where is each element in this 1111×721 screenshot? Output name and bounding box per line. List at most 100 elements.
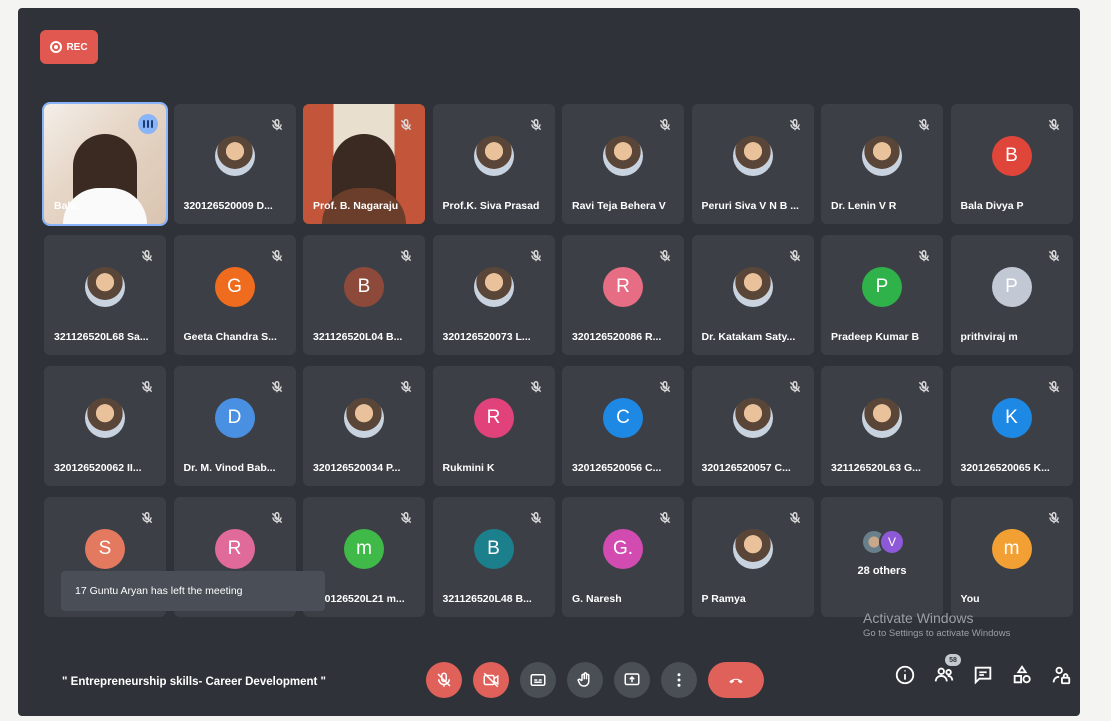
avatar: P xyxy=(862,267,902,307)
mic-muted-icon xyxy=(917,118,931,132)
mic-muted-icon xyxy=(788,511,802,525)
participant-tile[interactable]: P Ramya xyxy=(691,497,814,617)
participant-tile[interactable]: B 321126520L48 B... xyxy=(432,497,555,617)
participant-name: Dr. Katakam Saty... xyxy=(701,331,796,343)
participant-tile[interactable]: Prof.K. Siva Prasad xyxy=(432,104,555,224)
participant-name: 320126520L21 m... xyxy=(313,593,405,605)
participant-tile[interactable]: Dr. Katakam Saty... xyxy=(691,235,814,355)
avatar: m xyxy=(344,529,384,569)
camera-toggle-button[interactable] xyxy=(473,662,509,698)
mic-muted-icon xyxy=(140,380,154,394)
meeting-info-button[interactable] xyxy=(894,664,916,686)
others-count-label: 28 others xyxy=(857,565,907,577)
participant-name: You xyxy=(960,593,980,605)
participant-name: Dr. M. Vinod Bab... xyxy=(183,462,276,474)
watermark-subtitle: Go to Settings to activate Windows xyxy=(863,628,1011,639)
mic-muted-icon xyxy=(788,118,802,132)
avatar xyxy=(85,267,125,307)
participant-tile[interactable]: Peruri Siva V N B ... xyxy=(691,104,814,224)
avatar: P xyxy=(991,267,1032,307)
end-call-button[interactable] xyxy=(708,662,764,698)
participant-name: 320126520056 C... xyxy=(572,462,662,474)
participant-tile[interactable]: C 320126520056 C... xyxy=(562,366,684,486)
mic-muted-icon xyxy=(658,249,672,263)
participant-tile[interactable]: V 28 others xyxy=(821,497,943,617)
participant-tile[interactable]: Ravi Teja Behera V xyxy=(562,104,684,224)
camera-off-icon xyxy=(483,672,499,688)
participant-tile[interactable]: Prof. B. Nagaraju xyxy=(303,104,425,224)
participant-grid: Bala 320126520009 D... Prof. B. Nagaraju Pr… xyxy=(42,102,1074,618)
participant-tile[interactable]: K 320126520065 K... xyxy=(950,366,1073,486)
avatar: B xyxy=(991,136,1032,176)
mic-muted-icon xyxy=(140,249,154,263)
participant-tile[interactable]: 320126520057 C... xyxy=(691,366,814,486)
more-options-icon xyxy=(677,673,681,687)
avatar xyxy=(603,136,643,176)
participant-name: Bala Divya P xyxy=(960,200,1024,212)
avatar xyxy=(732,529,773,569)
participant-name: Peruri Siva V N B ... xyxy=(701,200,799,212)
people-icon xyxy=(934,667,954,682)
participant-tile[interactable]: 321126520L68 Sa... xyxy=(44,235,166,355)
mic-muted-icon xyxy=(529,511,543,525)
people-button[interactable]: 58 xyxy=(933,654,961,686)
avatar xyxy=(214,136,255,176)
info-icon xyxy=(895,665,915,685)
avatar: G xyxy=(214,267,255,307)
avatar: D xyxy=(214,398,255,438)
chat-icon xyxy=(974,666,992,685)
more-options-button[interactable] xyxy=(661,662,697,698)
meeting-window: REC Bala 320126520009 D... Prof. B. Nagara… xyxy=(18,8,1080,716)
participant-name: 320126520073 L... xyxy=(442,331,531,343)
participant-name: Geeta Chandra S... xyxy=(183,331,277,343)
mic-muted-icon xyxy=(399,511,413,525)
participant-tile[interactable]: 320126520034 P... xyxy=(303,366,425,486)
others-avatar-stack: V xyxy=(861,527,911,557)
host-controls-button[interactable] xyxy=(1050,664,1072,686)
toast-text: 17 Guntu Aryan has left the meeting xyxy=(75,585,243,597)
mic-muted-icon xyxy=(1047,511,1061,525)
participant-name: Ravi Teja Behera V xyxy=(572,200,666,212)
participant-tile[interactable]: 320126520073 L... xyxy=(432,235,555,355)
participant-name: Prof. B. Nagaraju xyxy=(313,200,399,212)
participant-name: 320126520034 P... xyxy=(313,462,401,474)
participant-name: 321126520L63 G... xyxy=(831,462,921,474)
side-controls: 58 xyxy=(894,654,1072,686)
participant-tile[interactable]: R 320126520086 R... xyxy=(562,235,684,355)
participant-tile[interactable]: 320126520009 D... xyxy=(173,104,296,224)
present-button[interactable] xyxy=(614,662,650,698)
participant-tile[interactable]: Pprithviraj m xyxy=(950,235,1073,355)
participant-tile[interactable]: m You xyxy=(950,497,1073,617)
avatar: R xyxy=(214,529,255,569)
chat-button[interactable] xyxy=(972,664,994,686)
activities-button[interactable] xyxy=(1011,664,1033,686)
participant-name: Bala xyxy=(54,200,77,212)
participant-name: Prof.K. Siva Prasad xyxy=(442,200,540,212)
participant-name: 321126520L68 Sa... xyxy=(54,331,149,343)
participant-tile[interactable]: R Rukmini K xyxy=(432,366,555,486)
mic-toggle-button[interactable] xyxy=(426,662,462,698)
mic-muted-icon xyxy=(399,118,413,132)
participant-tile[interactable]: Dr. Lenin V R xyxy=(821,104,943,224)
captions-button[interactable] xyxy=(520,662,556,698)
participant-tile[interactable]: D Dr. M. Vinod Bab... xyxy=(173,366,296,486)
mic-muted-icon xyxy=(1047,380,1061,394)
participant-tile[interactable]: Bala xyxy=(42,102,168,226)
raise-hand-button[interactable] xyxy=(567,662,603,698)
participant-tile[interactable]: B Bala Divya P xyxy=(950,104,1073,224)
participant-tile[interactable]: P Pradeep Kumar B xyxy=(821,235,943,355)
mic-muted-icon xyxy=(788,380,802,394)
avatar: S xyxy=(85,529,125,569)
participant-tile[interactable]: B 321126520L04 B... xyxy=(303,235,425,355)
participant-tile[interactable]: G Geeta Chandra S... xyxy=(173,235,296,355)
participant-name: 321126520L48 B... xyxy=(442,593,532,605)
avatar: V xyxy=(879,529,905,555)
avatar: m xyxy=(991,529,1032,569)
participant-tile[interactable]: 320126520062 II... xyxy=(44,366,166,486)
recording-indicator: REC xyxy=(40,30,98,64)
participant-tile[interactable]: G. G. Naresh xyxy=(562,497,684,617)
participant-name: P Ramya xyxy=(701,593,746,605)
mic-off-icon xyxy=(437,672,451,687)
avatar: B xyxy=(344,267,384,307)
participant-tile[interactable]: 321126520L63 G... xyxy=(821,366,943,486)
